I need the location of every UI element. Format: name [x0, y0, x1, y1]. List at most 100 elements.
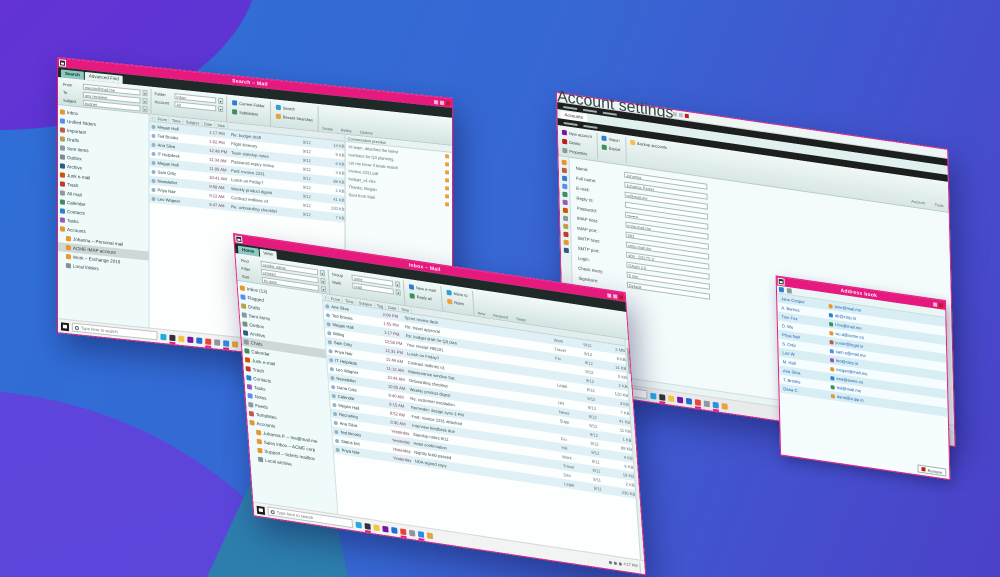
side-nav-icon[interactable]	[561, 175, 567, 182]
folder-icon	[59, 109, 65, 115]
tray-icon[interactable]	[613, 561, 617, 565]
taskbar-app-icon[interactable]	[187, 335, 194, 343]
taskbar-app-icon[interactable]	[650, 392, 657, 400]
scrollbar-thumb[interactable]	[626, 347, 631, 374]
taskbar-app-icon[interactable]	[355, 521, 362, 529]
start-button[interactable]	[256, 505, 266, 515]
side-nav-icon[interactable]	[562, 231, 569, 238]
tray-icon[interactable]	[618, 562, 622, 566]
folder-icon	[241, 303, 247, 309]
folder-icon	[59, 208, 65, 214]
taskbar-app-icon[interactable]	[178, 335, 185, 342]
column-header[interactable]: Time	[169, 117, 184, 124]
contact-icon	[829, 330, 834, 336]
maximize-button[interactable]	[440, 100, 445, 105]
side-nav-icon[interactable]	[562, 207, 568, 214]
edit-contact-icon[interactable]	[786, 287, 792, 294]
side-nav-icon[interactable]	[561, 159, 567, 166]
close-button[interactable]	[446, 100, 451, 106]
taskbar-app-icon[interactable]	[205, 337, 212, 345]
chevron-down-icon[interactable]: ▾	[218, 105, 224, 112]
taskbar-app-icon[interactable]	[169, 334, 176, 341]
taskbar-app-icon[interactable]	[721, 402, 728, 410]
taskbar-app-icon[interactable]	[232, 340, 239, 348]
chevron-down-icon[interactable]: ▾	[394, 280, 401, 288]
column-header[interactable]: From	[155, 115, 170, 123]
tray-icon[interactable]	[608, 560, 612, 565]
chevron-down-icon[interactable]: ▾	[142, 105, 148, 112]
contact-icon	[828, 303, 833, 309]
group-caption: Scope	[322, 126, 333, 132]
dialog-controls	[933, 301, 944, 308]
chevron-down-icon[interactable]: ▾	[320, 277, 326, 284]
toolbar-button-icon	[601, 143, 607, 150]
side-nav-icon[interactable]	[561, 191, 568, 198]
minimize-button[interactable]	[434, 99, 439, 104]
taskbar-app-icon[interactable]	[382, 525, 389, 533]
side-nav-icon[interactable]	[563, 247, 569, 254]
show-desktop-button[interactable]	[639, 561, 642, 573]
minimize-button[interactable]	[607, 292, 612, 298]
close-button[interactable]	[939, 302, 944, 308]
taskbar-clock[interactable]: 4:17 PM	[623, 562, 637, 568]
folder-icon	[59, 154, 65, 160]
toolbar-button-icon	[562, 147, 568, 153]
side-nav-icon[interactable]	[563, 239, 569, 246]
side-nav-icon[interactable]	[562, 223, 568, 230]
remove-button[interactable]: Remove	[917, 464, 947, 477]
folder-icon	[248, 410, 255, 417]
taskbar-app-icon[interactable]	[677, 396, 684, 403]
taskbar-app-icon[interactable]	[703, 399, 710, 407]
chevron-down-icon[interactable]: ▾	[142, 89, 148, 96]
minimize-button[interactable]	[933, 301, 938, 307]
taskbar-app-icon[interactable]	[417, 530, 425, 538]
chevron-down-icon[interactable]: ▾	[319, 269, 326, 276]
maximize-button[interactable]	[679, 112, 684, 118]
close-button[interactable]	[685, 113, 690, 119]
taskbar-app-icon[interactable]	[196, 336, 203, 344]
taskbar-app-icon[interactable]	[223, 339, 230, 347]
toolbar-cluster-account: New account Delete Properties	[559, 127, 599, 159]
taskbar-app-icon[interactable]	[694, 398, 701, 406]
chevron-down-icon[interactable]: ▾	[320, 285, 327, 292]
taskbar-app-icon[interactable]	[668, 394, 675, 402]
close-button[interactable]	[618, 294, 624, 300]
contact-icon	[830, 366, 835, 372]
contact-list: Jane Cooper jane@mail.me A. Barnes ab@co…	[777, 293, 949, 467]
preview-lines: Hi team, attached the latest numbers for…	[346, 142, 452, 209]
taskbar-app-icon[interactable]	[391, 526, 398, 534]
start-button[interactable]	[60, 321, 69, 331]
minimize-button[interactable]	[673, 112, 678, 117]
taskbar-app-icon[interactable]	[160, 333, 167, 340]
folder-icon	[246, 375, 252, 381]
taskbar-app-icon[interactable]	[400, 527, 407, 535]
taskbar-app-icon[interactable]	[659, 393, 666, 401]
show-desktop-button[interactable]	[949, 433, 952, 444]
taskbar-app-icon[interactable]	[408, 529, 416, 537]
folder-icon	[59, 127, 65, 133]
new-contact-icon[interactable]	[778, 286, 784, 293]
folder-icon	[65, 235, 71, 242]
search-icon	[270, 509, 275, 514]
mail-status-icon	[327, 339, 332, 345]
folder-icon	[242, 330, 249, 336]
side-nav-icon[interactable]	[562, 215, 568, 222]
taskbar-app-icon[interactable]	[214, 338, 221, 346]
side-nav-icon[interactable]	[561, 183, 567, 190]
maximize-button[interactable]	[613, 293, 618, 299]
folder-icon	[257, 447, 263, 454]
side-nav-icon[interactable]	[562, 199, 568, 206]
taskbar-app-icon[interactable]	[364, 522, 371, 530]
column-header[interactable]: Size	[215, 121, 228, 129]
column-header[interactable]: Date	[201, 120, 216, 127]
ribbon-button-icon	[232, 108, 238, 115]
chevron-down-icon[interactable]: ▾	[218, 97, 224, 104]
taskbar-app-icon[interactable]	[426, 531, 434, 539]
folder-icon	[245, 366, 251, 372]
chevron-down-icon[interactable]: ▾	[395, 288, 401, 296]
taskbar-app-icon[interactable]	[712, 401, 719, 409]
side-nav-icon[interactable]	[561, 167, 567, 174]
chevron-down-icon[interactable]: ▾	[142, 97, 148, 104]
taskbar-app-icon[interactable]	[373, 523, 380, 531]
taskbar-app-icon[interactable]	[685, 397, 693, 405]
